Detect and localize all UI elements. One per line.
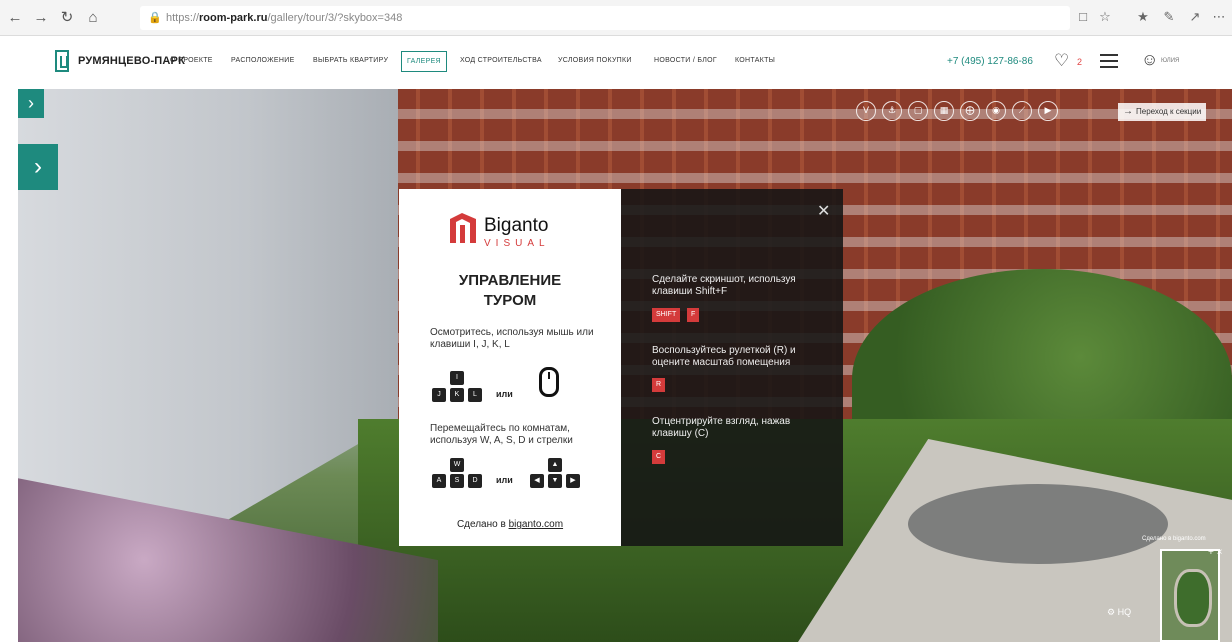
chevron-right-icon: › [28, 93, 34, 113]
center-instruction: Отцентрируйте взгляд, нажав клавишу (C) [652, 416, 791, 439]
look-instruction: Осмотритесь, используя мышь или клавиши … [430, 327, 594, 350]
favorites-count: 2 [1077, 57, 1083, 67]
favorites-bar-icon[interactable]: ★ [1134, 8, 1152, 26]
play-icon[interactable]: ▶ [1038, 101, 1058, 121]
key-k: K [450, 388, 464, 402]
key-c: C [652, 450, 666, 464]
brand-name: Biganto [484, 215, 549, 236]
key-d: D [468, 474, 482, 488]
help-title: УПРАВЛЕНИЕ ТУРОМ [399, 271, 621, 311]
nav-news-blog[interactable]: НОВОСТИ / БЛОГ [654, 57, 717, 64]
nav-about[interactable]: О ПРОЕКТЕ [170, 57, 213, 64]
key-a: A [432, 474, 446, 488]
pen-icon[interactable]: ✎ [1160, 8, 1178, 26]
section-link-button[interactable]: Переход к секции [1118, 103, 1207, 121]
nav-purchase-terms[interactable]: УСЛОВИЯ ПОКУПКИ [558, 57, 632, 64]
circular-plaza [908, 484, 1168, 564]
url-path: /gallery/tour/3/?skybox=348 [267, 12, 403, 24]
minimap-controls[interactable]: + × [1208, 547, 1222, 558]
vr-icon[interactable]: V [856, 101, 876, 121]
site-header: РУМЯНЦЕВО-ПАРК О ПРОЕКТЕ РАСПОЛОЖЕНИЕ ВЫ… [0, 36, 1232, 89]
compass-icon[interactable]: ⨁ [960, 101, 980, 121]
nav-location[interactable]: РАСПОЛОЖЕНИЕ [231, 57, 295, 64]
nav-gallery[interactable]: ГАЛЕРЕЯ [401, 51, 447, 72]
help-title-line2: ТУРОМ [483, 292, 537, 309]
lock-icon: 🔒 [148, 12, 162, 24]
key-f: F [687, 308, 700, 322]
plan-icon[interactable]: ▦ [934, 101, 954, 121]
anchor-icon[interactable]: ⚓ [882, 101, 902, 121]
minimap[interactable] [1160, 549, 1220, 642]
forward-icon[interactable]: → [32, 9, 50, 27]
or-label: или [496, 389, 513, 399]
key-l: L [468, 388, 482, 402]
menu-icon[interactable] [1100, 54, 1118, 68]
gear-icon: ⚙ [1107, 607, 1116, 617]
phone-link[interactable]: +7 (495) 127-86-86 [947, 56, 1033, 67]
key-shift: SHIFT [652, 308, 681, 322]
biganto-logo-icon [450, 213, 476, 243]
heart-icon[interactable]: ♡ [1054, 51, 1069, 71]
sidebar-toggle-small[interactable]: › [18, 89, 44, 118]
back-icon[interactable]: ← [6, 9, 24, 27]
user-icon[interactable]: ☺ [1141, 50, 1158, 70]
nav-choose-apartment[interactable]: ВЫБРАТЬ КВАРТИРУ [313, 57, 388, 64]
key-s: S [450, 474, 464, 488]
site-logo-text[interactable]: РУМЯНЦЕВО-ПАРК [78, 55, 185, 67]
hq-toggle[interactable]: ⚙ HQ [1107, 607, 1131, 618]
key-r: R [652, 378, 666, 392]
share-icon[interactable]: ↗ [1186, 8, 1204, 26]
hq-label: HQ [1117, 607, 1132, 617]
arrow-up-key-icon: ▲ [548, 458, 562, 472]
refresh-icon[interactable]: ↻ [58, 9, 76, 27]
tour-toolbar: V ⚓ ▢ ▦ ⨁ ◉ ⟋ ▶ [856, 101, 1058, 123]
chevron-right-icon: › [34, 153, 42, 180]
browser-toolbar: ← → ↻ ⌂ 🔒 https://room-park.ru/gallery/t… [0, 0, 1232, 36]
arrow-right-key-icon: ▶ [566, 474, 580, 488]
nav-construction[interactable]: ХОД СТРОИТЕЛЬСТВА [460, 57, 542, 64]
help-title-line1: УПРАВЛЕНИЕ [458, 272, 562, 289]
logo-icon[interactable] [55, 50, 69, 72]
address-bar[interactable]: 🔒 https://room-park.ru/gallery/tour/3/?s… [140, 6, 1070, 30]
url-prefix: https:// [166, 12, 200, 24]
home-icon[interactable]: ⌂ [84, 9, 102, 27]
ruler-icon[interactable]: ⟋ [1012, 101, 1032, 121]
made-in-text: Сделано в biganto.com [399, 519, 621, 530]
user-name[interactable]: ЮЛИЯ [1161, 58, 1179, 64]
key-w: W [450, 458, 464, 472]
favorite-star-icon[interactable]: ☆ [1096, 8, 1114, 26]
key-j: J [432, 388, 446, 402]
close-icon[interactable]: ✕ [817, 201, 830, 221]
more-icon[interactable]: ⋯ [1210, 8, 1228, 26]
brand-subtitle: VISUAL [484, 238, 550, 249]
screenshot-instruction: Сделайте скриншот, используя клавиши Shi… [652, 274, 796, 297]
help-dialog-left: Biganto VISUAL УПРАВЛЕНИЕ ТУРОМ Осмотрит… [399, 189, 621, 546]
key-i: I [450, 371, 464, 385]
tour-credit[interactable]: Сделано в biganto.com [1142, 536, 1206, 542]
arrow-left-key-icon: ◀ [530, 474, 544, 488]
url-host: room-park.ru [199, 12, 268, 24]
move-instruction: Перемещайтесь по комнатам, используя W, … [430, 423, 573, 446]
or-label: или [496, 475, 513, 485]
reading-view-icon[interactable]: □ [1074, 8, 1092, 26]
biganto-link[interactable]: biganto.com [509, 519, 563, 530]
sidebar-toggle-large[interactable]: › [18, 144, 58, 190]
cube-icon[interactable]: ▢ [908, 101, 928, 121]
arrow-down-key-icon: ▼ [548, 474, 562, 488]
camera-icon[interactable]: ◉ [986, 101, 1006, 121]
ruler-instruction: Воспользуйтесь рулеткой (R) и оцените ма… [652, 345, 796, 368]
nav-contacts[interactable]: КОНТАКТЫ [735, 57, 775, 64]
mouse-icon [539, 367, 559, 397]
help-dialog-right: ✕ Сделайте скриншот, используя клавиши S… [621, 189, 843, 546]
made-in-prefix: Сделано в [456, 519, 506, 530]
